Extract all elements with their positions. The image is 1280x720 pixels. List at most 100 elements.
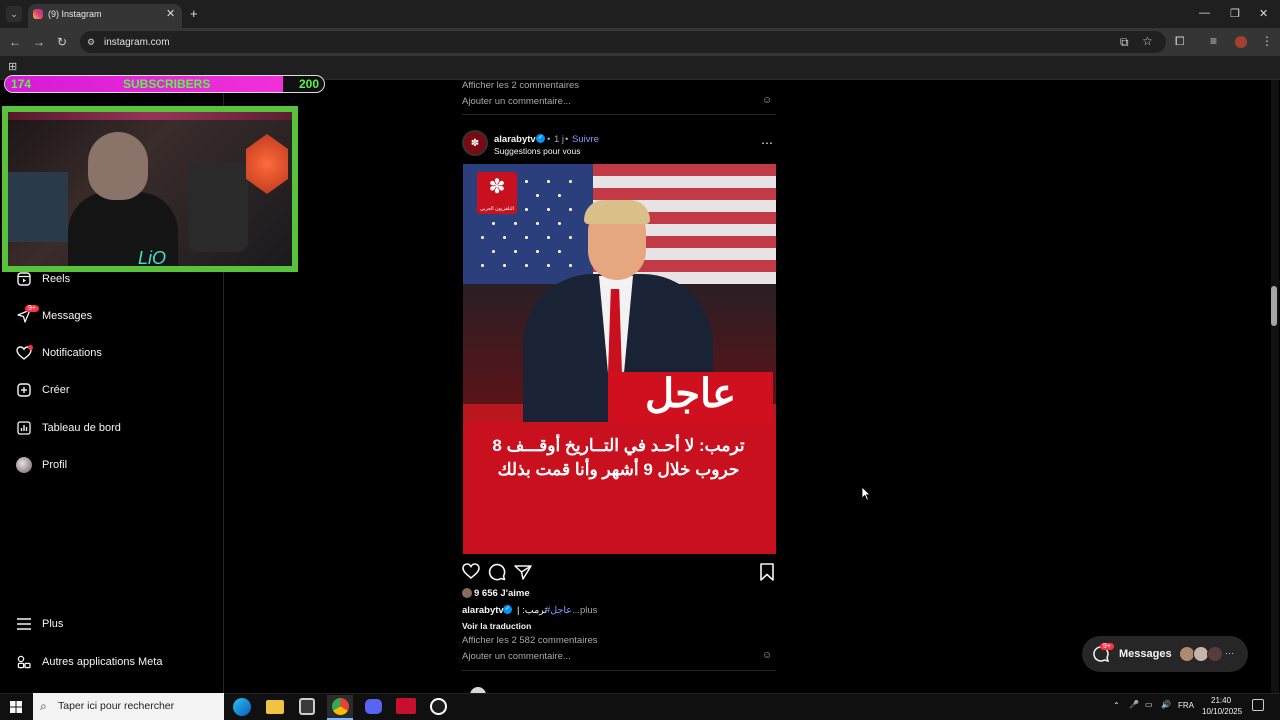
see-translation-link[interactable]: Voir la traduction bbox=[462, 621, 531, 631]
save-bookmark-icon[interactable] bbox=[759, 563, 777, 581]
sidebar-item-label: Reels bbox=[42, 273, 71, 285]
bookmark-star-icon[interactable]: ☆ bbox=[1142, 34, 1153, 48]
sidebar-item-meta-apps[interactable]: Autres applications Meta bbox=[15, 651, 162, 673]
store-icon[interactable] bbox=[299, 698, 315, 715]
post-dot: • bbox=[565, 134, 569, 145]
like-heart-icon[interactable] bbox=[462, 563, 480, 581]
more-options-icon[interactable]: ⋯ bbox=[761, 136, 774, 150]
extensions-icon[interactable]: ⧠ bbox=[1175, 34, 1185, 49]
network-icon[interactable]: ▭ bbox=[1145, 700, 1153, 709]
share-icon[interactable] bbox=[514, 563, 532, 581]
apps-grid-icon[interactable]: ⊞ bbox=[8, 60, 17, 73]
bar-chart-icon bbox=[15, 419, 33, 437]
cam-hex-light bbox=[246, 134, 288, 194]
sidebar-item-label: Notifications bbox=[42, 347, 102, 359]
likes-count[interactable]: 9 656 J'aime bbox=[474, 588, 530, 599]
close-tab-icon[interactable]: ✕ bbox=[166, 7, 175, 20]
microphone-icon[interactable]: 🎤 bbox=[1129, 700, 1139, 709]
tray-chevron-icon[interactable]: ⌃ bbox=[1113, 701, 1120, 710]
restore-button[interactable]: ❐ bbox=[1230, 7, 1240, 20]
prev-view-comments-link[interactable]: Afficher les 2 commentaires bbox=[462, 80, 579, 91]
sidebar-item-dashboard[interactable]: Tableau de bord bbox=[15, 417, 121, 439]
meta-apps-icon bbox=[15, 653, 33, 671]
emoji-icon[interactable]: ☺ bbox=[762, 650, 772, 661]
tab-search-button[interactable]: ⌄ bbox=[6, 6, 22, 22]
cam-chair bbox=[188, 162, 248, 252]
close-window-button[interactable]: ✕ bbox=[1259, 7, 1268, 20]
verified-badge-icon: ✓ bbox=[536, 134, 545, 143]
url-text: instagram.com bbox=[104, 37, 170, 48]
clock-date[interactable]: 10/10/2025 bbox=[1202, 707, 1242, 716]
subscriber-goal-bar: 174 SUBSCRIBERS 200 bbox=[4, 75, 325, 93]
caption-hashtag[interactable]: #عاجل... bbox=[545, 605, 580, 616]
add-comment-input[interactable]: Ajouter un commentaire... bbox=[462, 651, 571, 662]
sidebar-item-label: Plus bbox=[42, 618, 64, 630]
instagram-favicon-icon bbox=[33, 9, 43, 19]
avatar bbox=[1207, 646, 1223, 662]
subscriber-count: 174 bbox=[11, 77, 32, 91]
address-bar[interactable] bbox=[80, 31, 1166, 53]
liker-avatar bbox=[462, 588, 472, 598]
scrollbar-thumb[interactable] bbox=[1271, 286, 1277, 326]
post-divider bbox=[462, 114, 776, 115]
reload-icon[interactable]: ↻ bbox=[57, 35, 67, 49]
clock-time[interactable]: 21:40 bbox=[1211, 696, 1231, 705]
emoji-icon[interactable]: ☺ bbox=[762, 95, 772, 106]
discord-icon[interactable] bbox=[365, 699, 382, 714]
tab-title: (9) Instagram bbox=[48, 9, 102, 19]
verified-badge-icon: ✓ bbox=[503, 605, 512, 614]
notification-dot bbox=[28, 345, 33, 350]
caption-text: ترمب: | bbox=[517, 605, 548, 616]
post-headline: ترمب: لا أحـد في التــاريخ أوقـــف 8 حرو… bbox=[492, 436, 745, 479]
alaraby-logo-glyph: ✽ bbox=[488, 176, 506, 198]
sidebar-item-more[interactable]: Plus bbox=[15, 613, 63, 635]
post-image[interactable]: ✽ التلفزيون العربي عاجل ترمب: لا أحـد في… bbox=[463, 164, 776, 554]
figure-hair bbox=[584, 200, 650, 224]
windows-start-icon[interactable] bbox=[10, 700, 22, 718]
back-icon[interactable]: ← bbox=[9, 35, 21, 49]
breaking-badge: عاجل bbox=[644, 372, 737, 416]
view-comments-link[interactable]: Afficher les 2 582 commentaires bbox=[462, 635, 598, 646]
sidebar-item-notifications[interactable]: Notifications bbox=[15, 342, 102, 364]
subscriber-goal: 200 bbox=[299, 77, 320, 91]
hamburger-icon bbox=[15, 615, 33, 633]
volume-icon[interactable]: 🔊 bbox=[1161, 700, 1171, 709]
alaraby-logo-text: التلفزيون العربي bbox=[479, 206, 515, 212]
voicemeeter-icon[interactable] bbox=[396, 698, 416, 714]
caption-more-link[interactable]: plus bbox=[580, 605, 597, 616]
follow-button[interactable]: Suivre bbox=[572, 134, 599, 145]
scrollbar-track[interactable] bbox=[1271, 80, 1279, 693]
notification-center-icon[interactable] bbox=[1252, 699, 1264, 711]
media-control-icon[interactable]: ≡ bbox=[1210, 34, 1217, 48]
webcam-overlay: LiO bbox=[2, 106, 298, 272]
comment-icon[interactable] bbox=[488, 563, 506, 581]
language-indicator[interactable]: FRA bbox=[1178, 701, 1194, 710]
cam-signature: LiO bbox=[138, 248, 167, 268]
sidebar-item-profile[interactable]: Profil bbox=[15, 454, 67, 476]
cam-monitor bbox=[8, 172, 68, 242]
obs-icon[interactable] bbox=[430, 698, 447, 715]
edge-icon[interactable] bbox=[233, 698, 251, 716]
post-divider bbox=[462, 670, 776, 671]
post-time: 1 j bbox=[554, 134, 565, 145]
messages-float-label: Messages bbox=[1119, 648, 1172, 660]
post-username[interactable]: alarabytv bbox=[494, 134, 536, 145]
file-explorer-icon[interactable] bbox=[266, 700, 284, 714]
chrome-icon[interactable] bbox=[332, 698, 349, 715]
minimize-button[interactable]: — bbox=[1199, 7, 1210, 19]
reels-icon bbox=[15, 270, 33, 288]
post-author-avatar[interactable]: ✽ bbox=[462, 130, 488, 156]
prev-add-comment-input[interactable]: Ajouter un commentaire... bbox=[462, 96, 571, 107]
sidebar-item-messages[interactable]: 9+ Messages bbox=[15, 305, 92, 327]
sidebar-item-create[interactable]: Créer bbox=[15, 379, 70, 401]
install-app-icon[interactable]: ⧉ bbox=[1120, 35, 1129, 50]
sidebar-item-label: Autres applications Meta bbox=[42, 656, 163, 668]
caption-username[interactable]: alarabytv bbox=[462, 605, 504, 616]
forward-icon[interactable]: → bbox=[33, 35, 45, 49]
site-info-icon[interactable]: ⚙ bbox=[87, 37, 95, 48]
profile-avatar[interactable] bbox=[1235, 36, 1247, 48]
more-dots-icon: ⋯ bbox=[1225, 648, 1234, 658]
browser-menu-icon[interactable]: ⋮ bbox=[1261, 34, 1273, 48]
new-tab-button[interactable]: + bbox=[190, 6, 198, 21]
messages-badge: 9+ bbox=[25, 305, 39, 312]
